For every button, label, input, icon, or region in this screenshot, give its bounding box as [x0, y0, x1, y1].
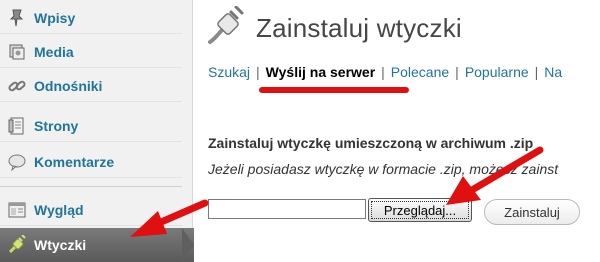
plugin-icon	[4, 232, 30, 258]
appearance-icon	[4, 197, 30, 223]
sidebar-item-label: Wygląd	[34, 201, 84, 218]
tab-divider: |	[534, 64, 539, 80]
admin-sidebar: Wpisy Media Odnośniki Strony Komentarze …	[0, 0, 194, 262]
annotation-arrow-browse	[446, 146, 544, 205]
media-icon	[4, 39, 30, 65]
upload-description: Jeżeli posiadasz wtyczkę w formacie .zip…	[208, 161, 559, 177]
pushpin-icon	[4, 5, 30, 31]
comment-icon	[4, 149, 30, 175]
plugin-plug-icon	[206, 5, 246, 51]
tab-szukaj[interactable]: Szukaj	[208, 64, 250, 80]
sidebar-item-media[interactable]: Media	[0, 36, 182, 68]
sidebar-item-strony[interactable]: Strony	[0, 110, 182, 142]
sidebar-item-label: Komentarze	[34, 153, 115, 170]
tab-polecane[interactable]: Polecane	[391, 64, 449, 80]
sidebar-item-label: Wpisy	[34, 9, 76, 26]
page-icon	[4, 113, 30, 139]
sidebar-item-wpisy[interactable]: Wpisy	[0, 2, 182, 34]
page-title: Zainstaluj wtyczki	[256, 13, 462, 43]
sidebar-item-wtyczki[interactable]: Wtyczki	[0, 228, 194, 262]
active-menu-arrow	[182, 228, 194, 262]
browse-button[interactable]: Przeglądaj...	[368, 198, 472, 222]
tab-divider: |	[455, 64, 459, 80]
tab-divider: |	[381, 64, 385, 80]
sidebar-separator	[0, 186, 182, 187]
sidebar-item-komentarze[interactable]: Komentarze	[0, 146, 182, 178]
upload-heading: Zainstaluj wtyczkę umieszczoną w archiwu…	[208, 135, 534, 151]
tab-divider: |	[256, 64, 260, 80]
sidebar-item-label: Wtyczki	[34, 237, 87, 253]
sidebar-item-odnosniki[interactable]: Odnośniki	[0, 70, 182, 102]
sidebar-item-label: Odnośniki	[34, 77, 103, 94]
tab-na[interactable]: Na	[544, 64, 562, 80]
tab-wyslij-na-serwer[interactable]: Wyślij na serwer	[266, 64, 375, 80]
sidebar-item-label: Media	[34, 43, 74, 60]
page-header: Zainstaluj wtyczki	[206, 5, 462, 51]
sidebar-item-label: Strony	[34, 117, 79, 134]
file-path-field[interactable]	[208, 199, 366, 219]
link-icon	[4, 73, 30, 99]
install-tabs: Szukaj | Wyślij na serwer | Polecane | Popular…	[208, 64, 562, 80]
sidebar-item-wyglad[interactable]: Wygląd	[0, 194, 182, 226]
install-button[interactable]: Zainstaluj	[484, 199, 580, 225]
tab-popularne[interactable]: Popularne	[465, 64, 529, 80]
